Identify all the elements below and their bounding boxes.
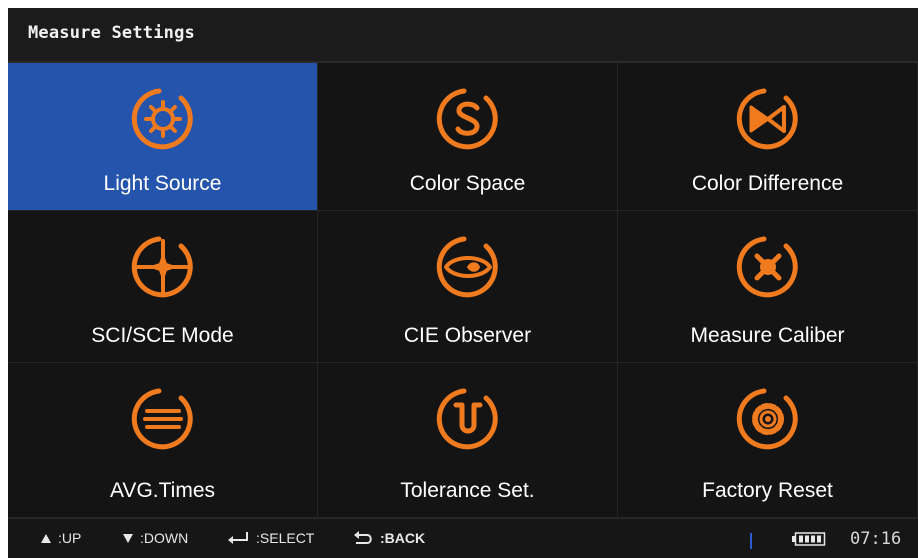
hint-select: :SELECT: [226, 530, 314, 546]
menu-item-label: Color Space: [409, 172, 526, 195]
color-space-icon: [436, 88, 498, 150]
menu-item-label: Color Difference: [691, 172, 844, 195]
device-screen: Measure Settings Light Source Color Spac…: [8, 8, 918, 558]
menu-item-label: AVG.Times: [109, 479, 215, 502]
menu-item-label: Tolerance Set.: [400, 479, 535, 502]
menu-grid: Light Source Color Space Color Differenc…: [8, 63, 918, 518]
sci-sce-mode-icon: [131, 236, 193, 298]
title-bar: Measure Settings: [8, 8, 918, 63]
back-arrow-icon: [354, 531, 372, 544]
menu-item-sci-sce-mode[interactable]: SCI/SCE Mode: [8, 211, 318, 363]
menu-item-label: Measure Caliber: [690, 324, 845, 347]
menu-item-light-source[interactable]: Light Source: [8, 63, 318, 211]
menu-item-factory-reset[interactable]: Factory Reset: [618, 363, 918, 518]
hint-back: :BACK: [352, 530, 425, 546]
menu-item-label: SCI/SCE Mode: [91, 324, 234, 347]
menu-item-label: Factory Reset: [702, 479, 833, 502]
battery-icon: [792, 532, 826, 546]
hint-back-label: :BACK: [380, 530, 426, 546]
menu-item-color-space[interactable]: Color Space: [318, 63, 618, 211]
cie-observer-icon: [436, 236, 498, 298]
tolerance-set-icon: [436, 388, 498, 450]
clock: 07:16: [850, 529, 902, 549]
menu-item-avg-times[interactable]: AVG.Times: [8, 363, 318, 518]
hint-select-label: :SELECT: [256, 530, 315, 546]
menu-item-cie-observer[interactable]: CIE Observer: [318, 211, 618, 363]
up-arrow-icon: [41, 533, 51, 543]
down-arrow-icon: [123, 533, 133, 543]
hint-down: :DOWN: [122, 530, 188, 546]
hint-down-label: :DOWN: [140, 530, 189, 546]
measure-caliber-icon: [736, 236, 798, 298]
menu-item-tolerance-set[interactable]: Tolerance Set.: [318, 363, 618, 518]
hint-up-label: :UP: [58, 530, 82, 546]
hint-up: :UP: [40, 530, 81, 546]
color-difference-icon: [736, 88, 798, 150]
menu-item-label: CIE Observer: [403, 324, 532, 347]
menu-item-measure-caliber[interactable]: Measure Caliber: [618, 211, 918, 363]
light-source-icon: [131, 88, 193, 150]
avg-times-icon: [131, 388, 193, 450]
menu-item-label: Light Source: [103, 172, 222, 195]
status-divider: [750, 533, 752, 549]
status-bar: :UP :DOWN :SELECT :BACK 07:16: [8, 518, 918, 558]
menu-item-color-difference[interactable]: Color Difference: [618, 63, 918, 211]
page-title: Measure Settings: [28, 23, 195, 43]
enter-icon: [228, 532, 248, 544]
factory-reset-icon: [736, 388, 798, 450]
